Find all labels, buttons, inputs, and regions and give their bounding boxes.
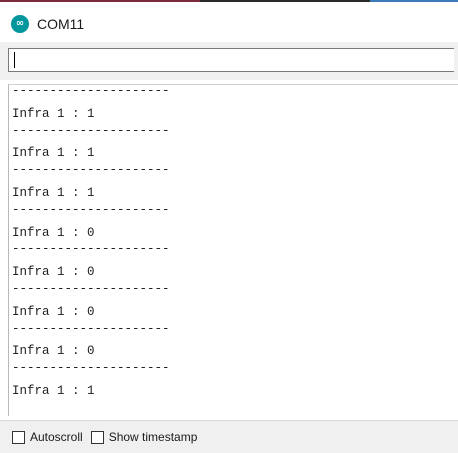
serial-output-line: Infra 1 : 0 [12, 304, 95, 319]
serial-output-line: Infra 1 : 1 [12, 146, 95, 161]
serial-send-input[interactable] [8, 48, 454, 72]
separator-line: --------------------- [12, 123, 170, 138]
serial-output-line: Infra 1 : 1 [12, 383, 95, 398]
separator-line: --------------------- [12, 321, 170, 336]
window-titlebar[interactable]: ∞ COM11 [0, 6, 458, 42]
send-bar [0, 42, 458, 80]
separator-line: --------------------- [12, 242, 170, 257]
separator-line: --------------------- [12, 163, 170, 178]
autoscroll-option[interactable]: Autoscroll [12, 430, 83, 444]
serial-output-line: Infra 1 : 1 [12, 185, 95, 200]
separator-line: --------------------- [12, 84, 170, 98]
serial-output-line: Infra 1 : 0 [12, 225, 95, 240]
show-timestamp-option[interactable]: Show timestamp [90, 430, 198, 444]
serial-output-line: Infra 1 : 0 [12, 344, 95, 359]
show-timestamp-label: Show timestamp [108, 430, 198, 444]
show-timestamp-checkbox[interactable] [90, 430, 104, 444]
top-edge-segment [0, 0, 200, 2]
serial-output-line: Infra 1 : 1 [12, 106, 95, 121]
separator-line: --------------------- [12, 281, 170, 296]
autoscroll-checkbox[interactable] [12, 430, 25, 444]
serial-output-area[interactable]: --------------------- Infra 1 : 1 --------… [8, 84, 458, 416]
top-edge-segment [200, 0, 370, 2]
serial-monitor-footer: Autoscroll Show timestamp [0, 420, 458, 453]
text-caret [14, 52, 15, 68]
window-title: COM11 [37, 16, 85, 32]
arduino-infinity-icon: ∞ [11, 15, 29, 33]
top-edge-segment [370, 0, 458, 2]
serial-output-line: Infra 1 : 0 [12, 265, 95, 280]
separator-line: --------------------- [12, 361, 170, 376]
autoscroll-label: Autoscroll [30, 430, 83, 444]
separator-line: --------------------- [12, 202, 170, 217]
